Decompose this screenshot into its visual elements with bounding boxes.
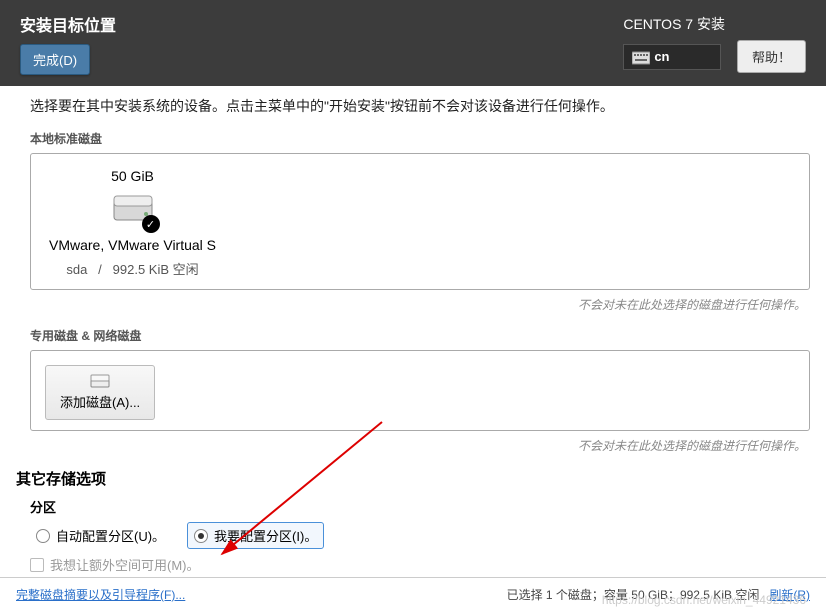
installer-name: CENTOS 7 安装 (623, 14, 725, 34)
add-disk-button[interactable]: 添加磁盘(A)... (45, 365, 155, 420)
local-disks-label: 本地标准磁盘 (30, 130, 810, 147)
radio-manual-partition[interactable]: 我要配置分区(I)。 (187, 522, 324, 549)
disk-name: VMware, VMware Virtual S (49, 237, 216, 253)
partition-label: 分区 (30, 497, 810, 516)
keyboard-icon (632, 51, 650, 65)
instruction-text: 选择要在其中安装系统的设备。点击主菜单中的"开始安装"按钮前不会对该设备进行任何… (30, 96, 810, 116)
language-code: cn (654, 49, 669, 64)
refresh-link[interactable]: 刷新(R) (769, 586, 810, 603)
special-disks-container: 添加磁盘(A)... (30, 350, 810, 431)
disk-size: 50 GiB (49, 168, 216, 184)
local-disks-note: 不会对未在此处选择的磁盘进行任何操作。 (30, 296, 806, 313)
disk-item[interactable]: 50 GiB ✓ VMware, VMware Virtual S sda / … (49, 168, 216, 278)
done-button[interactable]: 完成(D) (20, 44, 90, 75)
radio-icon (194, 529, 208, 543)
storage-options-title: 其它存储选项 (16, 468, 810, 489)
selection-status: 已选择 1 个磁盘；容量 50 GiB；992.5 KiB 空闲 (507, 586, 760, 603)
header-bar: 安装目标位置 完成(D) CENTOS 7 安装 cn 帮助！ (0, 0, 826, 86)
special-disks-note: 不会对未在此处选择的磁盘进行任何操作。 (30, 437, 806, 454)
footer-bar: 完整磁盘摘要以及引导程序(F)... 已选择 1 个磁盘；容量 50 GiB；9… (0, 577, 826, 611)
checkbox-icon (30, 558, 44, 572)
radio-auto-partition[interactable]: 自动配置分区(U)。 (30, 523, 171, 548)
disk-summary-link[interactable]: 完整磁盘摘要以及引导程序(F)... (16, 586, 185, 603)
content-area: 选择要在其中安装系统的设备。点击主菜单中的"开始安装"按钮前不会对该设备进行任何… (0, 86, 826, 579)
add-disk-icon (90, 374, 110, 388)
disk-info: sda / 992.5 KiB 空闲 (49, 259, 216, 278)
checkbox-extra-space: 我想让额外空间可用(M)。 (30, 555, 810, 574)
radio-icon (36, 529, 50, 543)
local-disks-container: 50 GiB ✓ VMware, VMware Virtual S sda / … (30, 153, 810, 290)
check-icon: ✓ (142, 215, 160, 233)
language-indicator[interactable]: cn (623, 44, 725, 70)
special-disks-label: 专用磁盘 & 网络磁盘 (30, 327, 810, 344)
help-button[interactable]: 帮助！ (737, 40, 806, 73)
